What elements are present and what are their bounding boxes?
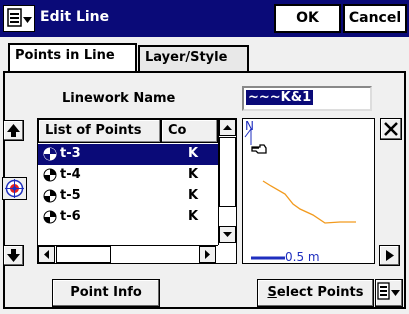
- table-row[interactable]: t-3 K: [38, 144, 218, 165]
- select-on-map-button[interactable]: [2, 177, 27, 200]
- list-header: List of Points Co: [38, 119, 218, 143]
- scroll-up-button[interactable]: [219, 119, 236, 136]
- points-list[interactable]: List of Points Co t-3 K t-4 K t-5 K t-6 …: [37, 118, 237, 264]
- arrow-up-icon: [7, 124, 20, 137]
- tab-layer-style[interactable]: Layer/Style: [138, 45, 249, 71]
- linework-name-label: Linework Name: [62, 91, 176, 106]
- scroll-right-icon: [205, 250, 210, 259]
- point-name: t-3: [60, 146, 81, 161]
- column-header-list-of-points[interactable]: List of Points: [38, 119, 161, 143]
- point-info-button[interactable]: Point Info: [52, 279, 160, 307]
- point-name: t-6: [60, 209, 81, 224]
- pointer-hand-icon: [251, 144, 267, 154]
- column-header-code[interactable]: Co: [161, 119, 218, 143]
- north-label: N: [245, 119, 254, 133]
- cancel-button[interactable]: Cancel: [343, 4, 407, 33]
- scroll-right-button[interactable]: [199, 246, 216, 263]
- scroll-up-icon: [223, 125, 232, 130]
- ok-button[interactable]: OK: [274, 4, 341, 33]
- table-row[interactable]: t-4 K: [38, 165, 218, 186]
- close-icon: [384, 122, 398, 136]
- tab-points-in-line[interactable]: Points in Line: [8, 43, 137, 71]
- horizontal-scrollbar[interactable]: [38, 245, 218, 263]
- point-name: t-5: [60, 188, 81, 203]
- target-icon: [5, 179, 24, 198]
- linework-name-value: ~~~K&1: [246, 90, 314, 105]
- map-next-button[interactable]: [379, 245, 400, 266]
- table-row[interactable]: t-5 K: [38, 186, 218, 207]
- scroll-thumb[interactable]: [219, 137, 236, 207]
- scroll-down-icon: [223, 232, 232, 237]
- scroll-down-button[interactable]: [219, 226, 236, 243]
- scale-label: 0.5 m: [285, 250, 320, 264]
- select-points-menu-button[interactable]: [375, 279, 403, 307]
- vertical-scrollbar[interactable]: [218, 119, 236, 245]
- menu-button[interactable]: [3, 5, 35, 32]
- linework-name-input[interactable]: ~~~K&1: [242, 86, 372, 111]
- window-title: Edit Line: [40, 9, 110, 25]
- point-icon: [43, 147, 57, 161]
- menu-icon: [7, 8, 32, 27]
- scroll-left-icon: [44, 250, 49, 259]
- point-name: t-4: [60, 167, 81, 182]
- move-up-button[interactable]: [3, 120, 24, 141]
- point-code: K: [188, 209, 199, 224]
- move-down-button[interactable]: [3, 245, 24, 266]
- point-icon: [43, 210, 57, 224]
- arrow-right-icon: [386, 250, 394, 261]
- arrow-down-icon: [7, 249, 20, 262]
- line-path: [262, 180, 356, 224]
- line-preview-map[interactable]: N 0.5 m: [242, 118, 375, 264]
- remove-point-button[interactable]: [380, 118, 402, 140]
- menu-dropdown-icon: [377, 282, 400, 300]
- point-code: K: [188, 188, 199, 203]
- table-row[interactable]: t-6 K: [38, 207, 218, 228]
- select-points-button[interactable]: Select Points: [257, 279, 374, 307]
- scroll-left-button[interactable]: [38, 246, 55, 263]
- point-code: K: [188, 146, 199, 161]
- scroll-thumb[interactable]: [56, 246, 111, 263]
- point-code: K: [188, 167, 199, 182]
- point-icon: [43, 168, 57, 182]
- point-icon: [43, 189, 57, 203]
